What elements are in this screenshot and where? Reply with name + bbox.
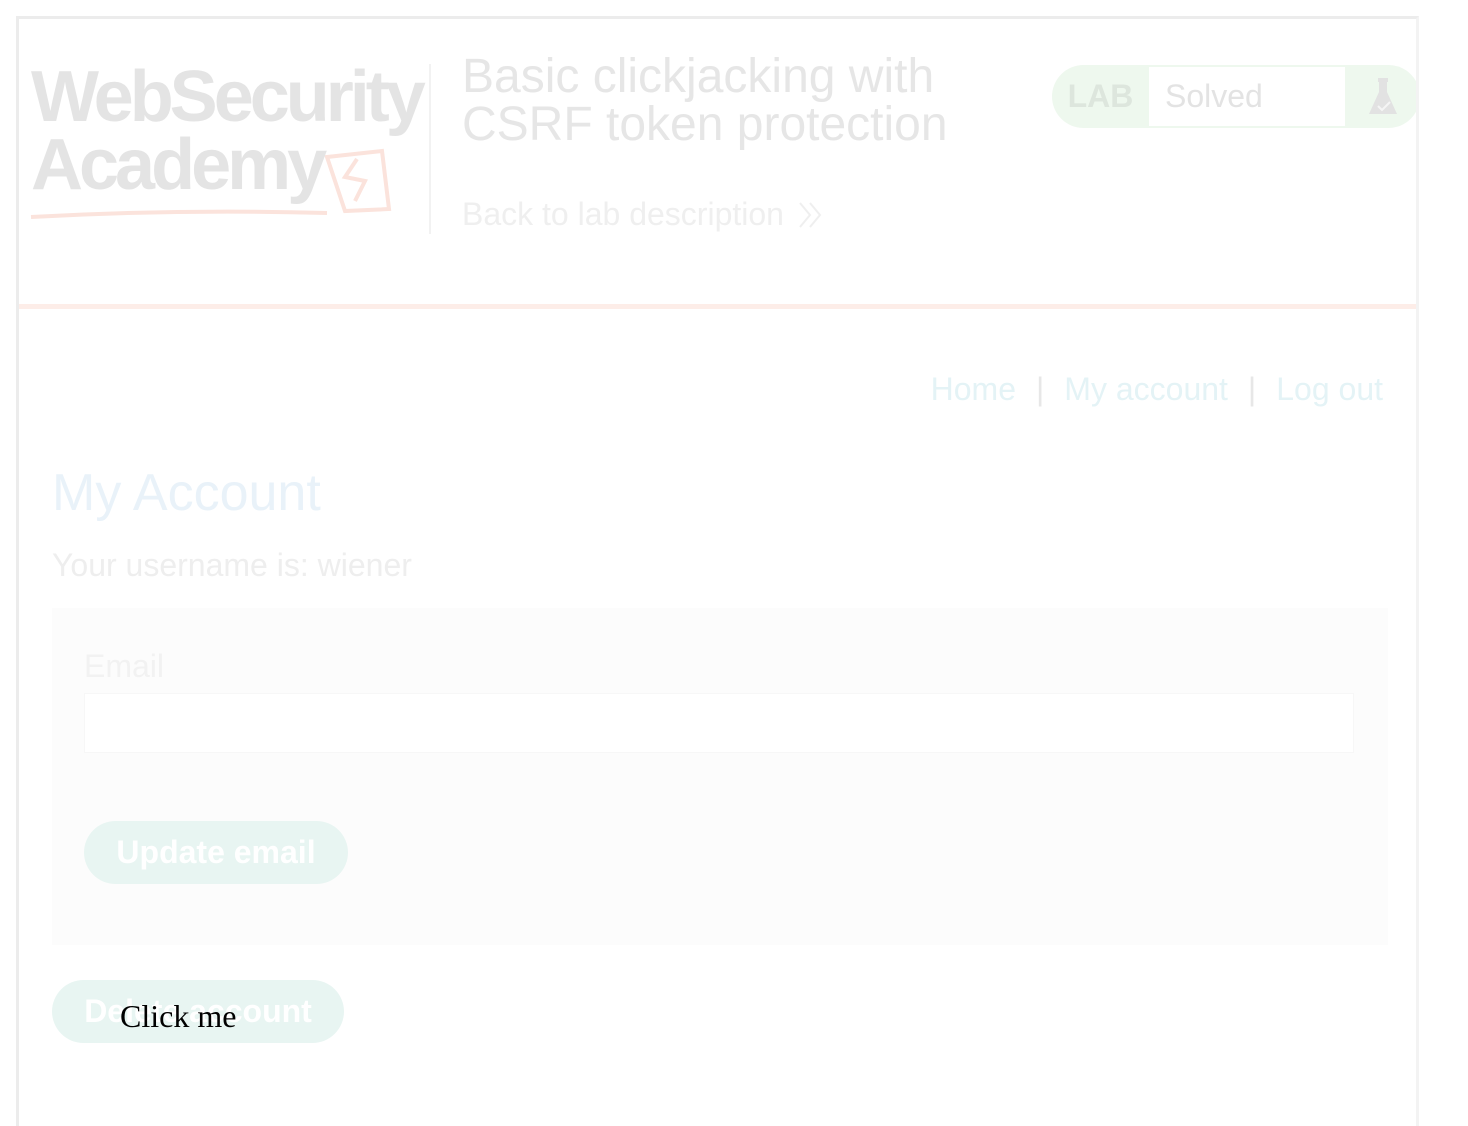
change-email-form: Email Update email <box>52 608 1388 945</box>
nav-home-link[interactable]: Home <box>931 371 1016 408</box>
nav-my-account-link[interactable]: My account <box>1064 371 1228 408</box>
lab-status-badge: LAB Solved <box>1052 65 1416 128</box>
lab-status-text: Solved <box>1149 67 1345 126</box>
nav-separator: | <box>1247 371 1257 407</box>
logo-line-2: Academy <box>31 125 327 205</box>
double-chevron-right-icon <box>799 201 822 228</box>
email-label: Email <box>84 648 165 684</box>
email-input[interactable] <box>84 693 1354 753</box>
back-to-lab-description-link[interactable]: Back to lab description <box>462 196 824 233</box>
flask-check-icon <box>1345 65 1416 128</box>
top-navigation: Home | My account | Log out <box>931 371 1383 408</box>
header-divider <box>429 64 431 234</box>
logo-line-1: WebSecurity <box>31 57 426 137</box>
update-email-button[interactable]: Update email <box>84 821 348 884</box>
page-title: My Account <box>52 464 321 522</box>
nav-log-out-link[interactable]: Log out <box>1276 371 1383 408</box>
header-accent-rule <box>19 304 1416 309</box>
lab-title: Basic clickjacking with CSRF token prote… <box>462 50 948 151</box>
username-text: Your username is: wiener <box>52 547 412 583</box>
web-security-academy-logo[interactable]: WebSecurity Academy <box>27 59 427 219</box>
click-me-decoy[interactable]: Click me <box>120 998 236 1035</box>
nav-separator: | <box>1035 371 1045 407</box>
lab-header: WebSecurity Academy Basic clickjacking w… <box>19 19 1416 304</box>
target-iframe: WebSecurity Academy Basic clickjacking w… <box>16 16 1419 1126</box>
back-link-label: Back to lab description <box>462 196 784 232</box>
lab-badge-label: LAB <box>1067 78 1134 114</box>
